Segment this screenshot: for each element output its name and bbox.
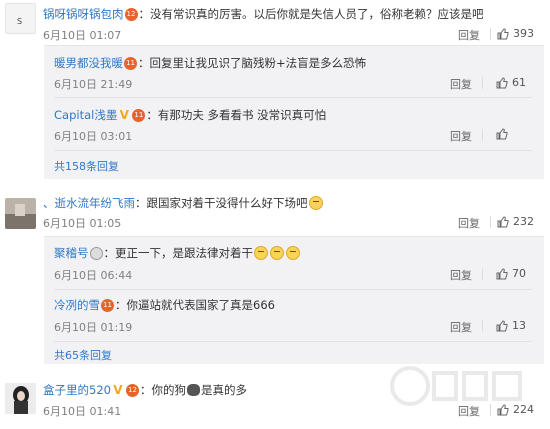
reply-username[interactable]: 聚稽号 (54, 245, 89, 261)
comment-text: ：跟国家对着干没得什么好下场吧 (135, 196, 308, 210)
thumbs-up-icon (496, 267, 508, 279)
reply-button[interactable]: 回复 (458, 215, 480, 231)
like-button[interactable] (496, 128, 512, 140)
svg-text:S: S (17, 17, 22, 26)
like-button[interactable]: 232 (497, 215, 534, 228)
reply-text: ：更正一下，是跟法律对着干 (103, 246, 254, 260)
emoji-icon (270, 246, 284, 260)
like-button[interactable]: 13 (496, 319, 526, 332)
level-badge-icon: 11 (124, 56, 137, 70)
reply-text: ：你逼站就代表国家了真是666 (115, 298, 275, 312)
divider (482, 320, 483, 332)
thumbs-up-icon (496, 76, 508, 88)
reply-button[interactable]: 回复 (450, 319, 472, 335)
like-button[interactable]: 393 (497, 27, 534, 40)
badge-icon (89, 246, 103, 260)
emoji-icon (286, 246, 300, 260)
divider (54, 150, 532, 151)
divider (482, 77, 483, 89)
divider (54, 289, 532, 290)
level-badge-icon: 12 (124, 7, 138, 21)
reply-item: 冷冽的雪 11 ：你逼站就代表国家了真是666 6月10日 01:19 回复 1… (54, 297, 539, 337)
reply-time: 6月10日 06:44 (54, 269, 133, 282)
like-count: 13 (512, 319, 526, 332)
more-replies-link[interactable]: 共65条回复 (54, 347, 112, 363)
divider (490, 28, 491, 40)
reply-time: 6月10日 01:19 (54, 321, 133, 334)
reply-username[interactable]: 暖男都没我暖 (54, 55, 123, 71)
emoji-icon (254, 246, 268, 260)
avatar[interactable] (5, 383, 36, 414)
like-button[interactable]: 61 (496, 76, 526, 89)
comment-time: 6月10日 01:07 (43, 29, 122, 42)
reply-item: 暖男都没我暖 11 ：回复里让我见识了脑残粉+法盲是多么恐怖 6月10日 21:… (54, 55, 539, 95)
thumbs-up-icon (496, 319, 508, 331)
avatar[interactable] (5, 198, 36, 229)
comment-time: 6月10日 01:05 (43, 217, 122, 230)
avatar[interactable]: S (5, 3, 36, 34)
thumbs-up-icon (497, 215, 509, 227)
reply-text: ：有那功夫 多看看书 没常识真可怕 (146, 108, 327, 122)
reply-button[interactable]: 回复 (450, 76, 472, 92)
reply-button[interactable]: 回复 (458, 27, 480, 43)
divider (54, 341, 532, 342)
watermark-logo-icon (390, 366, 522, 406)
divider (490, 216, 491, 228)
comment-text: ：没有常识真的厉害。以后你就是失信人员了，俗称老赖？应该是吧 (138, 7, 484, 21)
reply-button[interactable]: 回复 (450, 267, 472, 283)
comment-text-suffix: 是真的多 (200, 383, 247, 397)
like-button[interactable]: 70 (496, 267, 526, 280)
comment-username[interactable]: 锅呀锅呀锅包肉 (43, 6, 124, 22)
divider (482, 129, 483, 141)
thumbs-up-icon (496, 128, 508, 140)
verified-icon: V (113, 383, 123, 397)
verified-icon: V (119, 108, 129, 122)
comment-item: S 锅呀锅呀锅包肉 12 ：没有常识真的厉害。以后你就是失信人员了，俗称老赖？应… (0, 0, 550, 184)
reply-button[interactable]: 回复 (450, 128, 472, 144)
reply-list: 暖男都没我暖 11 ：回复里让我见识了脑残粉+法盲是多么恐怖 6月10日 21:… (44, 45, 544, 179)
like-count: 393 (513, 27, 534, 40)
reply-item: 聚稽号 ：更正一下，是跟法律对着干 6月10日 06:44 回复 70 (54, 245, 539, 285)
divider (54, 97, 532, 98)
more-replies-link[interactable]: 共158条回复 (54, 158, 119, 174)
level-badge-icon: 12 (125, 383, 139, 397)
comment-username[interactable]: 盒子里的520 (43, 382, 111, 398)
comment-username[interactable]: 、逝水流年纷飞雨 (43, 195, 135, 211)
divider (482, 268, 483, 280)
reply-text: ：回复里让我见识了脑残粉+法盲是多么恐怖 (138, 56, 367, 70)
avatar-icon (13, 386, 29, 414)
like-count: 232 (513, 215, 534, 228)
like-count: 70 (512, 267, 526, 280)
comment-text: ：你的狗 (139, 383, 186, 397)
level-badge-icon: 11 (101, 298, 114, 312)
avatar-icon: S (17, 17, 22, 26)
comment-time: 6月10日 01:41 (43, 405, 122, 418)
comment-item: 、逝水流年纷飞雨 ：跟国家对着干没得什么好下场吧 6月10日 01:05 回复 … (0, 184, 550, 370)
reply-username[interactable]: Capital浅墨 (54, 107, 117, 123)
emoji-icon (308, 196, 323, 210)
thumbs-up-icon (497, 27, 509, 39)
like-count: 61 (512, 76, 526, 89)
avatar-icon (5, 204, 36, 229)
reply-time: 6月10日 21:49 (54, 78, 133, 91)
dog-emoji-icon (186, 384, 200, 396)
level-badge-icon: 11 (132, 108, 146, 122)
reply-username[interactable]: 冷冽的雪 (54, 297, 100, 313)
reply-item: Capital浅墨 V 11 ：有那功夫 多看看书 没常识真可怕 6月10日 0… (54, 107, 539, 147)
reply-time: 6月10日 03:01 (54, 130, 133, 143)
reply-list: 聚稽号 ：更正一下，是跟法律对着干 6月10日 06:44 回复 70 冷冽的雪… (44, 236, 544, 364)
